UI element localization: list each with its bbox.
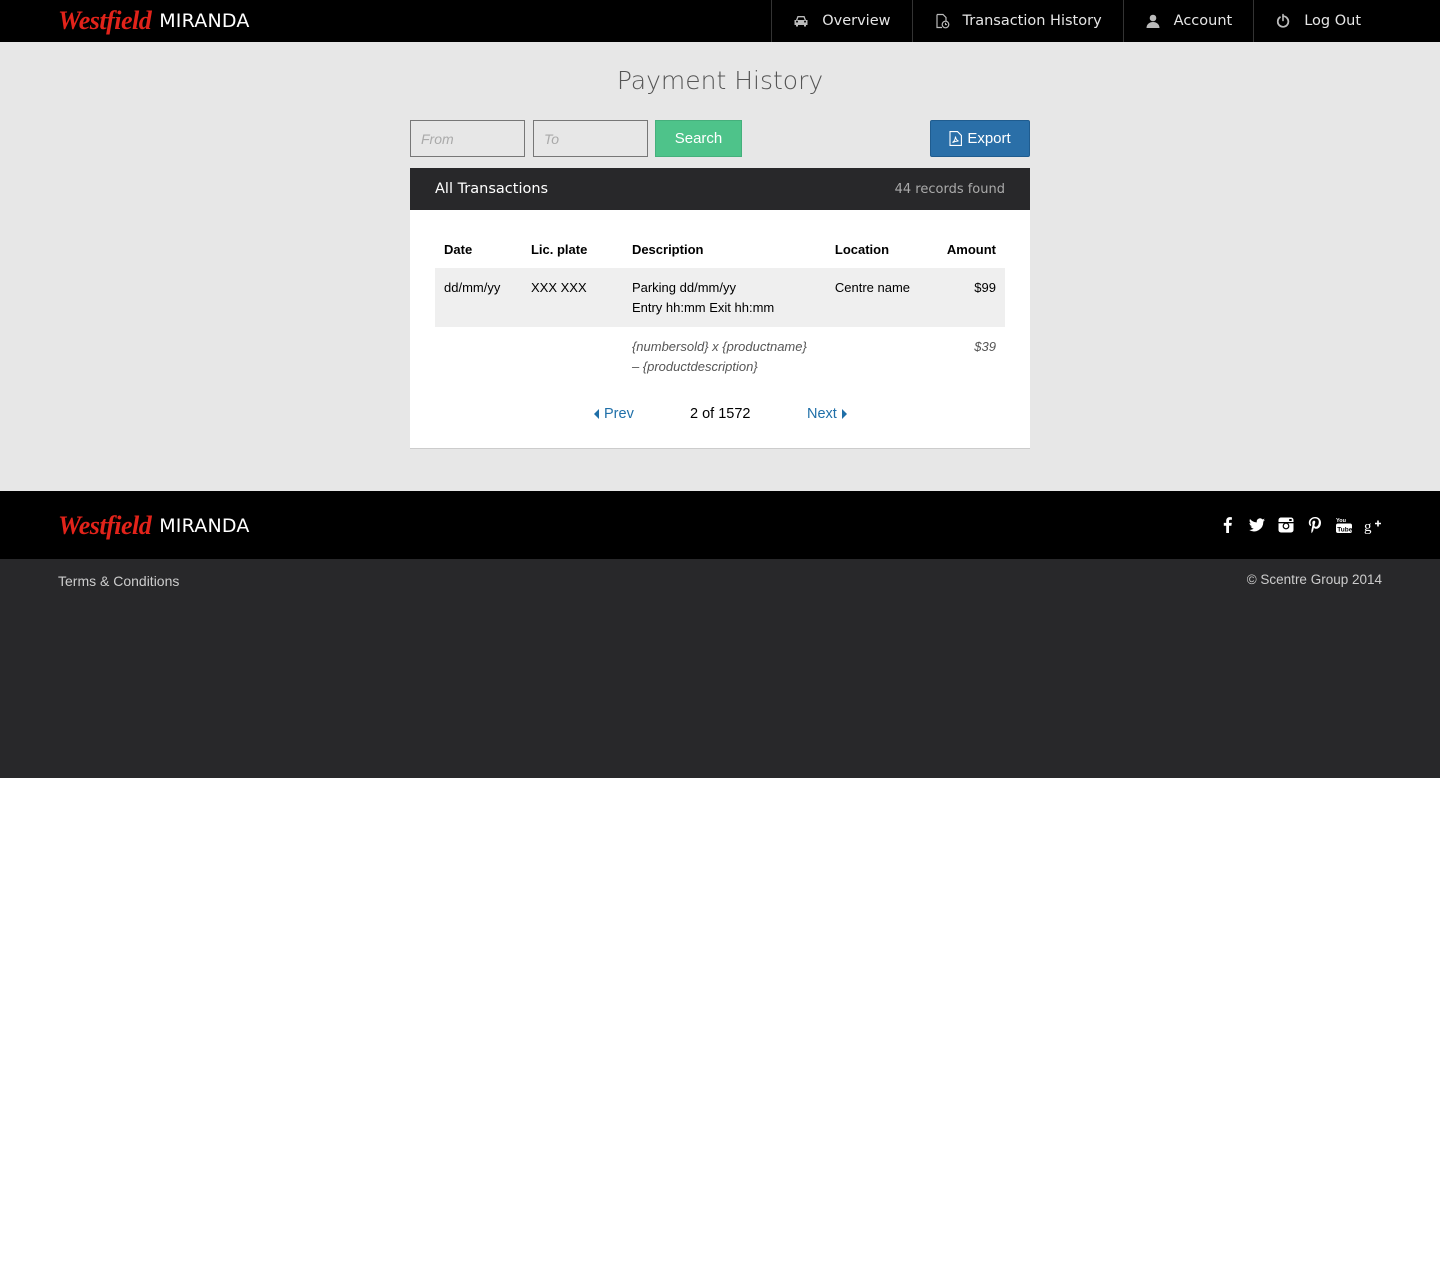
transactions-panel: All Transactions 44 records found Date L… bbox=[410, 168, 1030, 449]
records-count: 44 records found bbox=[894, 181, 1005, 197]
car-icon bbox=[793, 13, 809, 29]
nav-overview[interactable]: Overview bbox=[771, 0, 911, 42]
page-position: 2 of 1572 bbox=[690, 406, 751, 422]
top-navbar: Westfield MIRANDA Overview Transaction H… bbox=[0, 0, 1440, 42]
column-header-description: Description bbox=[631, 242, 704, 257]
footer-centre-name: MIRANDA bbox=[159, 515, 250, 537]
cell-amount: $99 bbox=[937, 268, 1005, 327]
export-button[interactable]: Export bbox=[930, 120, 1030, 157]
panel-header: All Transactions 44 records found bbox=[410, 168, 1030, 210]
footer-top: Westfield MIRANDA You Tube g bbox=[0, 491, 1440, 559]
next-label: Next bbox=[807, 406, 837, 422]
main-nav: Overview Transaction History Account Log… bbox=[771, 0, 1382, 42]
table-row[interactable]: dd/mm/yy XXX XXX Parking dd/mm/yy Entry … bbox=[435, 268, 1005, 327]
svg-text:You: You bbox=[1336, 518, 1346, 524]
twitter-icon[interactable] bbox=[1247, 515, 1266, 534]
from-date-input[interactable] bbox=[410, 120, 525, 157]
google-plus-icon[interactable]: g bbox=[1363, 515, 1382, 534]
nav-transaction-history[interactable]: Transaction History bbox=[911, 0, 1123, 42]
svg-text:Tube: Tube bbox=[1337, 526, 1352, 533]
pagination: Prev 2 of 1572 Next bbox=[410, 402, 1030, 432]
product-line: {numbersold} x {productname} bbox=[631, 339, 807, 354]
power-icon bbox=[1275, 13, 1291, 29]
export-button-label: Export bbox=[967, 130, 1011, 147]
column-header-plate: Lic. plate bbox=[530, 242, 588, 257]
pdf-file-icon bbox=[949, 131, 963, 146]
footer-brand-name: Westfield bbox=[58, 511, 152, 540]
cell-plate: XXX XXX bbox=[521, 268, 623, 327]
pinterest-icon[interactable] bbox=[1305, 515, 1324, 534]
search-button[interactable]: Search bbox=[655, 120, 742, 157]
column-header-amount: Amount bbox=[946, 242, 996, 257]
caret-left-icon bbox=[594, 409, 599, 419]
cell-product-amount: $39 bbox=[974, 339, 996, 354]
cell-description: Parking dd/mm/yy Entry hh:mm Exit hh:mm bbox=[622, 268, 826, 327]
main-content: Payment History Search Export All Transa… bbox=[0, 42, 1440, 491]
svg-text:g: g bbox=[1364, 519, 1372, 534]
column-header-date: Date bbox=[444, 242, 473, 257]
prev-page-link[interactable]: Prev bbox=[594, 406, 634, 422]
nav-overview-label: Overview bbox=[822, 13, 891, 29]
centre-name: MIRANDA bbox=[159, 10, 250, 32]
column-header-location: Location bbox=[834, 242, 890, 257]
panel-title: All Transactions bbox=[435, 181, 549, 197]
transactions-table: Date Lic. plate Description Location Amo… bbox=[435, 230, 1005, 386]
footer-logo[interactable]: Westfield MIRANDA bbox=[58, 511, 250, 541]
social-links: You Tube g bbox=[1218, 515, 1382, 534]
nav-account[interactable]: Account bbox=[1122, 0, 1254, 42]
user-icon bbox=[1145, 13, 1161, 29]
brand-name: Westfield bbox=[58, 6, 152, 35]
page-title: Payment History bbox=[616, 66, 824, 95]
table-header-row: Date Lic. plate Description Location Amo… bbox=[435, 230, 1005, 268]
prev-label: Prev bbox=[604, 406, 634, 422]
document-clock-icon bbox=[934, 13, 950, 29]
description-line: Entry hh:mm Exit hh:mm bbox=[631, 300, 775, 315]
youtube-icon[interactable]: You Tube bbox=[1334, 515, 1353, 534]
table-sub-row: {numbersold} x {productname} – {productd… bbox=[435, 327, 1005, 386]
caret-right-icon bbox=[841, 409, 847, 419]
terms-link[interactable]: Terms & Conditions bbox=[58, 573, 179, 589]
cell-date: dd/mm/yy bbox=[435, 268, 522, 327]
to-date-input[interactable] bbox=[533, 120, 648, 157]
nav-account-label: Account bbox=[1173, 13, 1233, 29]
description-line: Parking dd/mm/yy bbox=[631, 280, 736, 295]
nav-log-out-label: Log Out bbox=[1304, 13, 1361, 29]
product-line: – {productdescription} bbox=[631, 359, 758, 374]
cell-location: Centre name bbox=[825, 268, 938, 327]
copyright: © Scentre Group 2014 bbox=[1246, 572, 1382, 587]
nav-transaction-history-label: Transaction History bbox=[962, 13, 1102, 29]
instagram-icon[interactable] bbox=[1276, 515, 1295, 534]
nav-log-out[interactable]: Log Out bbox=[1253, 0, 1382, 42]
facebook-icon[interactable] bbox=[1218, 515, 1237, 534]
footer-bottom: Terms & Conditions © Scentre Group 2014 bbox=[0, 559, 1440, 778]
cell-product-description: {numbersold} x {productname} – {productd… bbox=[623, 327, 826, 386]
site-logo[interactable]: Westfield MIRANDA bbox=[58, 6, 250, 36]
next-page-link[interactable]: Next bbox=[807, 406, 847, 422]
